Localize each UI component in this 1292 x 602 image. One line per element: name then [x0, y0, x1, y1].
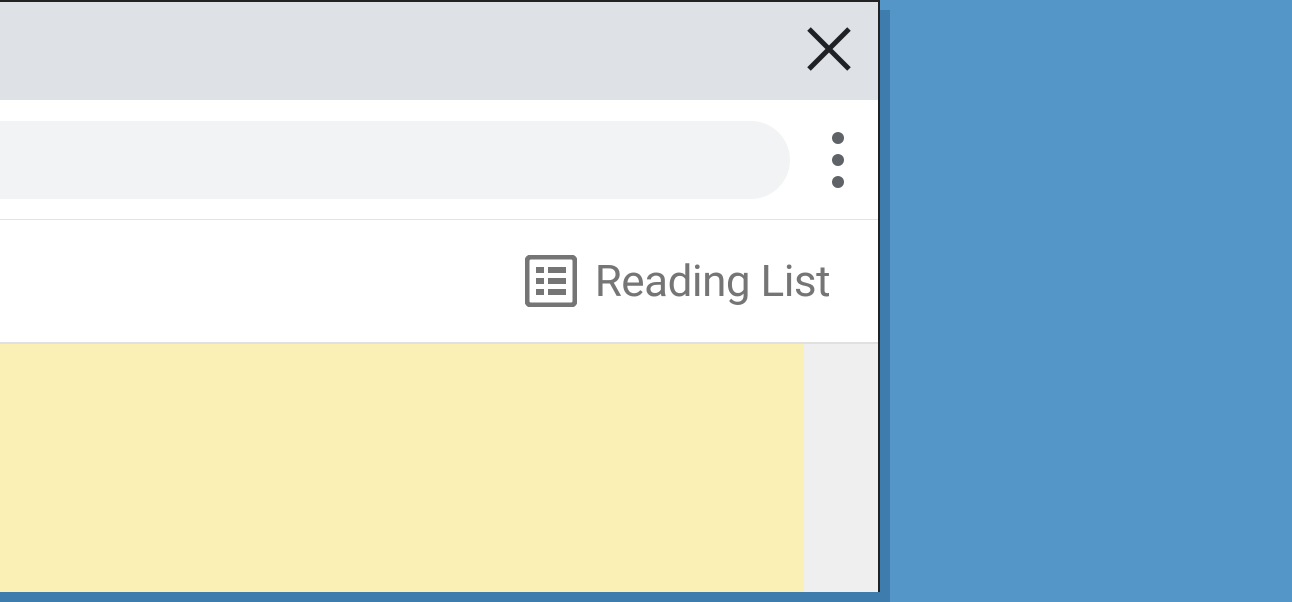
close-button[interactable] — [802, 24, 856, 78]
address-bar[interactable] — [0, 121, 790, 199]
close-icon — [805, 25, 853, 77]
bookmarks-bar: Reading List — [0, 220, 878, 344]
browser-toolbar — [0, 100, 878, 220]
content-area — [0, 344, 878, 592]
page-content — [0, 344, 804, 592]
browser-window: Reading List — [0, 0, 880, 592]
reading-list-icon — [525, 255, 577, 307]
more-vert-icon — [832, 132, 844, 188]
window-titlebar — [0, 2, 878, 100]
reading-list-label: Reading List — [595, 255, 830, 307]
menu-button[interactable] — [816, 130, 860, 190]
reading-list-button[interactable]: Reading List — [525, 255, 830, 307]
